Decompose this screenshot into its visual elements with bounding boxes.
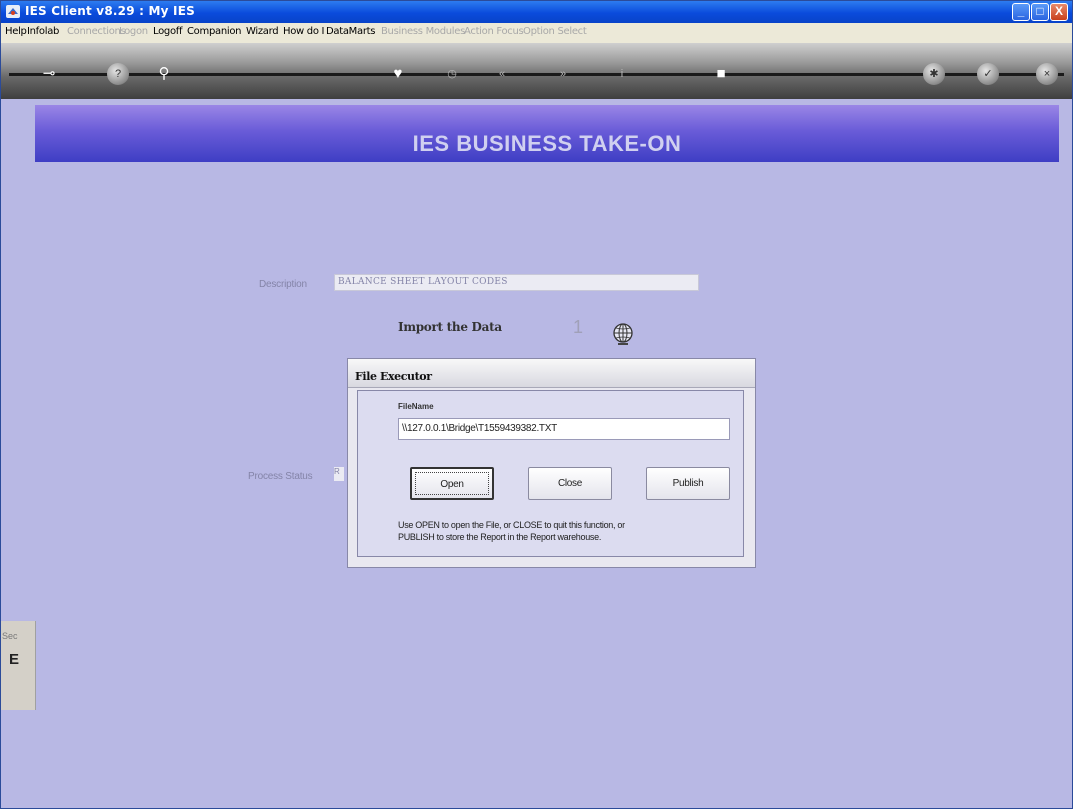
menu-logon[interactable]: Logon	[119, 26, 148, 37]
close-button[interactable]: Close	[528, 467, 612, 500]
app-icon	[6, 5, 20, 18]
description-label: Description	[259, 279, 307, 290]
filename-input[interactable]: \\127.0.0.1\Bridge\T1559439382.TXT	[398, 418, 730, 440]
heart-icon[interactable]: ♥	[387, 63, 409, 85]
menu-infolab[interactable]: Infolab	[27, 26, 59, 37]
side-panel-label: Sec	[2, 631, 18, 641]
menu-how-do-i[interactable]: How do I	[283, 26, 325, 37]
open-button[interactable]: Open	[410, 467, 494, 500]
publish-button[interactable]: Publish	[646, 467, 730, 500]
menu-logoff[interactable]: Logoff	[153, 26, 183, 37]
file-executor-dialog: File Executor FileName \\127.0.0.1\Bridg…	[347, 358, 756, 568]
dialog-body: FileName \\127.0.0.1\Bridge\T1559439382.…	[357, 390, 744, 557]
info-icon[interactable]: i	[611, 63, 633, 85]
menu-datamarts[interactable]: DataMarts	[326, 26, 375, 37]
minimize-button[interactable]: _	[1012, 3, 1030, 21]
window-title: IES Client v8.29 : My IES	[25, 4, 195, 18]
process-status-label: Process Status	[248, 471, 313, 482]
import-data-label: Import the Data	[398, 320, 502, 334]
import-step-number: 1	[573, 317, 584, 337]
title-bar[interactable]: IES Client v8.29 : My IES _ □ X	[1, 1, 1072, 23]
help-icon[interactable]: ?	[107, 63, 129, 85]
maximize-button[interactable]: □	[1031, 3, 1049, 21]
rewind-icon[interactable]: «	[491, 63, 513, 85]
focus-ring	[415, 472, 489, 495]
toolbar: ⊸ ? ⚲ ♥ ◷ « » i ■ ✱ ✓ ×	[1, 43, 1072, 99]
settings-icon[interactable]: ✱	[923, 63, 945, 85]
globe-icon[interactable]	[611, 321, 635, 347]
menu-action-focus[interactable]: Action Focus	[464, 26, 524, 37]
side-panel: Sec E	[1, 621, 36, 710]
banner-title: IES BUSINESS TAKE-ON	[412, 131, 682, 156]
menu-help[interactable]: Help	[5, 26, 27, 37]
side-panel-letter: E	[9, 651, 20, 668]
clock-icon[interactable]: ◷	[441, 63, 463, 85]
search-icon[interactable]: ⚲	[153, 63, 175, 85]
menu-wizard[interactable]: Wizard	[246, 26, 279, 37]
ok-icon[interactable]: ✓	[977, 63, 999, 85]
stop-icon[interactable]: ■	[710, 63, 732, 85]
key-icon[interactable]: ⊸	[31, 63, 67, 85]
close-window-button[interactable]: X	[1050, 3, 1068, 21]
app-window: IES Client v8.29 : My IES _ □ X Help Inf…	[0, 0, 1073, 809]
menu-business-modules[interactable]: Business Modules	[381, 26, 465, 37]
menu-companion[interactable]: Companion	[187, 26, 242, 37]
dialog-title: File Executor	[355, 370, 432, 383]
close-icon[interactable]: ×	[1036, 63, 1058, 85]
banner: IES BUSINESS TAKE-ON	[35, 105, 1059, 162]
fast-forward-icon[interactable]: »	[552, 63, 574, 85]
help-line-2: PUBLISH to store the Report in the Repor…	[398, 532, 602, 542]
process-status-field: R	[334, 467, 344, 481]
dialog-help-text: Use OPEN to open the File, or CLOSE to q…	[398, 519, 738, 543]
dialog-title-bar[interactable]: File Executor	[348, 359, 755, 388]
menu-connections[interactable]: Connections	[67, 26, 126, 37]
description-field[interactable]: BALANCE SHEET LAYOUT CODES	[334, 274, 699, 291]
help-line-1: Use OPEN to open the File, or CLOSE to q…	[398, 520, 625, 530]
menu-bar: Help Infolab Connections Logon Logoff Co…	[1, 23, 1072, 44]
filename-label: FileName	[398, 402, 434, 411]
menu-option-select[interactable]: Option Select	[523, 26, 587, 37]
